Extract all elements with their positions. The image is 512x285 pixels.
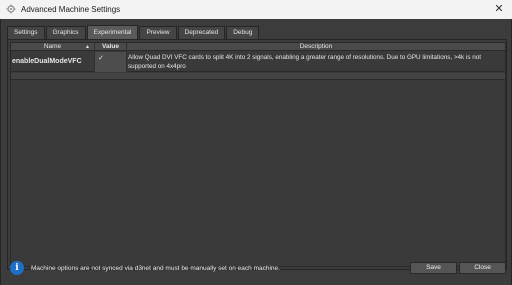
save-button[interactable]: Save xyxy=(410,262,457,274)
table-header: Name ▲ Value Description xyxy=(11,43,505,51)
table-row[interactable]: enableDualModeVFC ✓ Allow Quad DVI VFC c… xyxy=(11,52,505,72)
dialog-body: Settings Graphics Experimental Preview D… xyxy=(0,19,512,285)
tab-deprecated[interactable]: Deprecated xyxy=(177,26,226,39)
tab-graphics[interactable]: Graphics xyxy=(45,26,86,39)
window-title: Advanced Machine Settings xyxy=(21,5,121,14)
sync-notice: Machine options are not synced via d3net… xyxy=(31,265,280,272)
info-icon: i xyxy=(10,261,24,275)
empty-row xyxy=(11,73,505,80)
tab-panel: Name ▲ Value Description enableDualModeV… xyxy=(7,39,507,270)
tab-debug[interactable]: Debug xyxy=(226,26,260,39)
tab-experimental[interactable]: Experimental xyxy=(86,25,139,39)
gear-icon xyxy=(6,4,16,14)
title-bar: Advanced Machine Settings ✕ xyxy=(0,0,512,19)
setting-name: enableDualModeVFC xyxy=(11,52,95,72)
checkbox-checked[interactable]: ✓ xyxy=(98,55,105,62)
column-header-description[interactable]: Description xyxy=(127,43,505,51)
column-header-name[interactable]: Name ▲ xyxy=(11,43,95,51)
close-button[interactable]: Close xyxy=(459,262,506,274)
tab-settings[interactable]: Settings xyxy=(7,26,45,39)
tab-preview[interactable]: Preview xyxy=(139,26,177,39)
column-name-label: Name xyxy=(43,43,62,50)
sort-up-icon: ▲ xyxy=(85,44,90,50)
tab-bar: Settings Graphics Experimental Preview D… xyxy=(7,25,260,39)
setting-value-cell[interactable]: ✓ xyxy=(95,52,127,72)
settings-table: Name ▲ Value Description enableDualModeV… xyxy=(10,42,506,267)
setting-description: Allow Quad DVI VFC cards to split 4K int… xyxy=(128,54,481,70)
column-header-value[interactable]: Value xyxy=(95,43,127,51)
close-icon[interactable]: ✕ xyxy=(492,2,506,16)
